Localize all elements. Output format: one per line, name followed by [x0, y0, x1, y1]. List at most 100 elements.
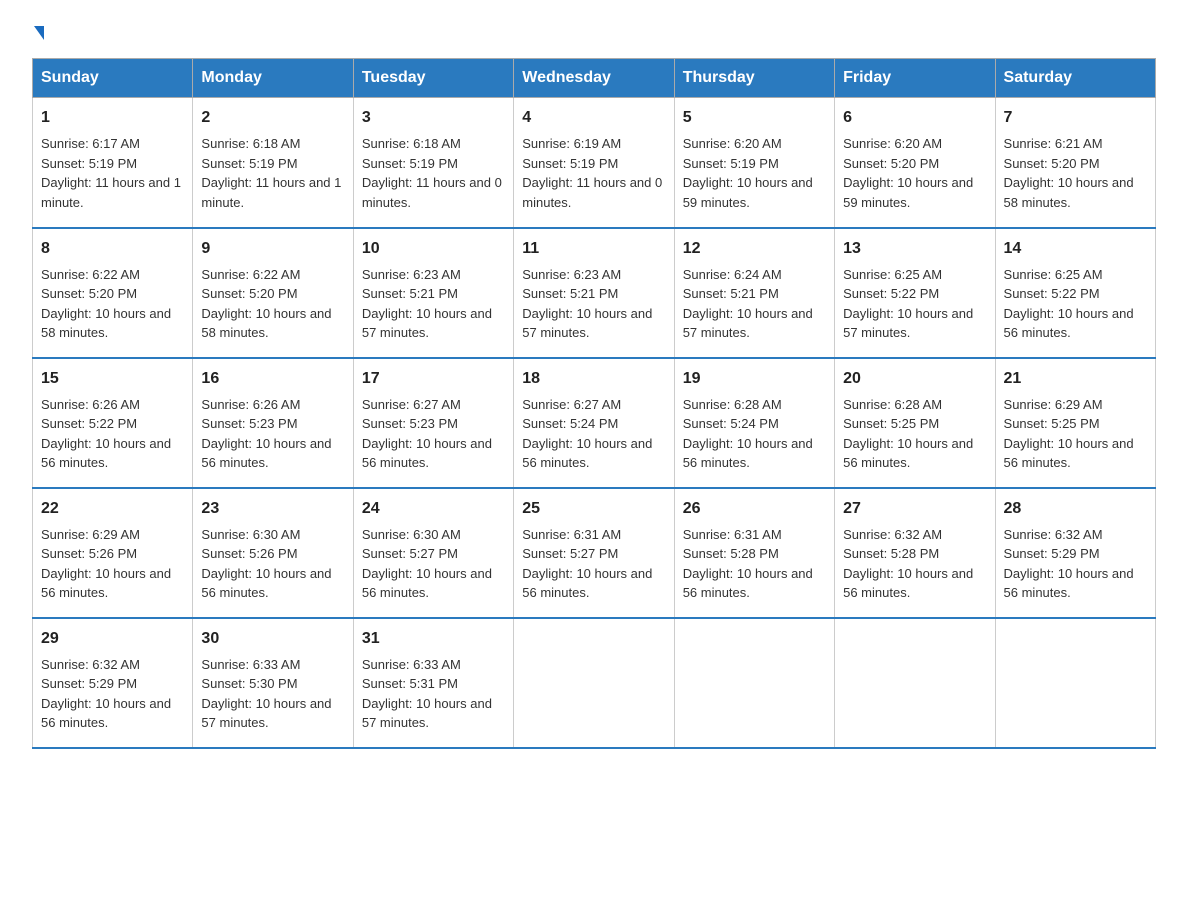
day-info: Sunrise: 6:22 AMSunset: 5:20 PMDaylight:… [41, 267, 171, 341]
day-number: 16 [201, 367, 344, 391]
day-number: 2 [201, 106, 344, 130]
calendar-day-cell: 30 Sunrise: 6:33 AMSunset: 5:30 PMDaylig… [193, 618, 353, 748]
day-info: Sunrise: 6:32 AMSunset: 5:28 PMDaylight:… [843, 527, 973, 601]
day-info: Sunrise: 6:18 AMSunset: 5:19 PMDaylight:… [201, 136, 341, 210]
day-number: 30 [201, 627, 344, 651]
calendar-week-row: 1 Sunrise: 6:17 AMSunset: 5:19 PMDayligh… [33, 98, 1156, 228]
calendar-day-cell: 9 Sunrise: 6:22 AMSunset: 5:20 PMDayligh… [193, 228, 353, 358]
calendar-week-row: 15 Sunrise: 6:26 AMSunset: 5:22 PMDaylig… [33, 358, 1156, 488]
day-info: Sunrise: 6:24 AMSunset: 5:21 PMDaylight:… [683, 267, 813, 341]
day-info: Sunrise: 6:20 AMSunset: 5:19 PMDaylight:… [683, 136, 813, 210]
day-info: Sunrise: 6:31 AMSunset: 5:28 PMDaylight:… [683, 527, 813, 601]
day-info: Sunrise: 6:23 AMSunset: 5:21 PMDaylight:… [362, 267, 492, 341]
calendar-week-row: 22 Sunrise: 6:29 AMSunset: 5:26 PMDaylig… [33, 488, 1156, 618]
calendar-day-cell: 29 Sunrise: 6:32 AMSunset: 5:29 PMDaylig… [33, 618, 193, 748]
day-of-week-header: Sunday [33, 59, 193, 98]
calendar-day-cell: 13 Sunrise: 6:25 AMSunset: 5:22 PMDaylig… [835, 228, 995, 358]
day-number: 17 [362, 367, 505, 391]
calendar-day-cell [514, 618, 674, 748]
day-info: Sunrise: 6:25 AMSunset: 5:22 PMDaylight:… [1004, 267, 1134, 341]
day-number: 8 [41, 237, 184, 261]
calendar-day-cell: 12 Sunrise: 6:24 AMSunset: 5:21 PMDaylig… [674, 228, 834, 358]
day-info: Sunrise: 6:21 AMSunset: 5:20 PMDaylight:… [1004, 136, 1134, 210]
day-info: Sunrise: 6:33 AMSunset: 5:31 PMDaylight:… [362, 657, 492, 731]
calendar-day-cell: 15 Sunrise: 6:26 AMSunset: 5:22 PMDaylig… [33, 358, 193, 488]
day-number: 21 [1004, 367, 1147, 391]
calendar-week-row: 29 Sunrise: 6:32 AMSunset: 5:29 PMDaylig… [33, 618, 1156, 748]
day-info: Sunrise: 6:28 AMSunset: 5:25 PMDaylight:… [843, 397, 973, 471]
day-number: 25 [522, 497, 665, 521]
calendar-day-cell: 20 Sunrise: 6:28 AMSunset: 5:25 PMDaylig… [835, 358, 995, 488]
calendar-day-cell: 26 Sunrise: 6:31 AMSunset: 5:28 PMDaylig… [674, 488, 834, 618]
day-number: 7 [1004, 106, 1147, 130]
calendar-day-cell: 3 Sunrise: 6:18 AMSunset: 5:19 PMDayligh… [353, 98, 513, 228]
day-number: 10 [362, 237, 505, 261]
day-info: Sunrise: 6:20 AMSunset: 5:20 PMDaylight:… [843, 136, 973, 210]
day-info: Sunrise: 6:25 AMSunset: 5:22 PMDaylight:… [843, 267, 973, 341]
calendar-day-cell: 8 Sunrise: 6:22 AMSunset: 5:20 PMDayligh… [33, 228, 193, 358]
day-info: Sunrise: 6:18 AMSunset: 5:19 PMDaylight:… [362, 136, 502, 210]
day-of-week-header: Wednesday [514, 59, 674, 98]
calendar-day-cell: 14 Sunrise: 6:25 AMSunset: 5:22 PMDaylig… [995, 228, 1155, 358]
day-info: Sunrise: 6:22 AMSunset: 5:20 PMDaylight:… [201, 267, 331, 341]
calendar-day-cell: 25 Sunrise: 6:31 AMSunset: 5:27 PMDaylig… [514, 488, 674, 618]
day-of-week-header: Friday [835, 59, 995, 98]
page-header [32, 24, 1156, 38]
day-number: 15 [41, 367, 184, 391]
day-info: Sunrise: 6:23 AMSunset: 5:21 PMDaylight:… [522, 267, 652, 341]
calendar-day-cell: 6 Sunrise: 6:20 AMSunset: 5:20 PMDayligh… [835, 98, 995, 228]
calendar-day-cell: 5 Sunrise: 6:20 AMSunset: 5:19 PMDayligh… [674, 98, 834, 228]
calendar-day-cell: 10 Sunrise: 6:23 AMSunset: 5:21 PMDaylig… [353, 228, 513, 358]
day-info: Sunrise: 6:33 AMSunset: 5:30 PMDaylight:… [201, 657, 331, 731]
day-info: Sunrise: 6:19 AMSunset: 5:19 PMDaylight:… [522, 136, 662, 210]
day-number: 6 [843, 106, 986, 130]
day-number: 3 [362, 106, 505, 130]
day-number: 1 [41, 106, 184, 130]
day-info: Sunrise: 6:32 AMSunset: 5:29 PMDaylight:… [41, 657, 171, 731]
calendar-day-cell: 18 Sunrise: 6:27 AMSunset: 5:24 PMDaylig… [514, 358, 674, 488]
day-number: 13 [843, 237, 986, 261]
calendar-day-cell: 4 Sunrise: 6:19 AMSunset: 5:19 PMDayligh… [514, 98, 674, 228]
logo-arrow-icon [34, 26, 44, 40]
calendar-day-cell [995, 618, 1155, 748]
day-number: 20 [843, 367, 986, 391]
calendar-day-cell: 19 Sunrise: 6:28 AMSunset: 5:24 PMDaylig… [674, 358, 834, 488]
calendar-day-cell: 11 Sunrise: 6:23 AMSunset: 5:21 PMDaylig… [514, 228, 674, 358]
calendar-week-row: 8 Sunrise: 6:22 AMSunset: 5:20 PMDayligh… [33, 228, 1156, 358]
calendar-day-cell [835, 618, 995, 748]
day-of-week-header: Thursday [674, 59, 834, 98]
calendar-day-cell: 2 Sunrise: 6:18 AMSunset: 5:19 PMDayligh… [193, 98, 353, 228]
day-number: 4 [522, 106, 665, 130]
calendar-header-row: SundayMondayTuesdayWednesdayThursdayFrid… [33, 59, 1156, 98]
calendar-day-cell: 28 Sunrise: 6:32 AMSunset: 5:29 PMDaylig… [995, 488, 1155, 618]
day-number: 31 [362, 627, 505, 651]
day-number: 5 [683, 106, 826, 130]
day-of-week-header: Monday [193, 59, 353, 98]
day-number: 23 [201, 497, 344, 521]
day-info: Sunrise: 6:32 AMSunset: 5:29 PMDaylight:… [1004, 527, 1134, 601]
calendar-day-cell: 21 Sunrise: 6:29 AMSunset: 5:25 PMDaylig… [995, 358, 1155, 488]
day-info: Sunrise: 6:27 AMSunset: 5:23 PMDaylight:… [362, 397, 492, 471]
calendar-day-cell [674, 618, 834, 748]
day-number: 9 [201, 237, 344, 261]
calendar-day-cell: 17 Sunrise: 6:27 AMSunset: 5:23 PMDaylig… [353, 358, 513, 488]
day-number: 14 [1004, 237, 1147, 261]
calendar-day-cell: 16 Sunrise: 6:26 AMSunset: 5:23 PMDaylig… [193, 358, 353, 488]
calendar-table: SundayMondayTuesdayWednesdayThursdayFrid… [32, 58, 1156, 749]
day-number: 11 [522, 237, 665, 261]
day-number: 29 [41, 627, 184, 651]
day-number: 22 [41, 497, 184, 521]
day-number: 27 [843, 497, 986, 521]
day-info: Sunrise: 6:29 AMSunset: 5:25 PMDaylight:… [1004, 397, 1134, 471]
day-number: 24 [362, 497, 505, 521]
calendar-day-cell: 22 Sunrise: 6:29 AMSunset: 5:26 PMDaylig… [33, 488, 193, 618]
day-info: Sunrise: 6:27 AMSunset: 5:24 PMDaylight:… [522, 397, 652, 471]
day-info: Sunrise: 6:28 AMSunset: 5:24 PMDaylight:… [683, 397, 813, 471]
day-number: 12 [683, 237, 826, 261]
day-info: Sunrise: 6:26 AMSunset: 5:22 PMDaylight:… [41, 397, 171, 471]
calendar-day-cell: 24 Sunrise: 6:30 AMSunset: 5:27 PMDaylig… [353, 488, 513, 618]
day-info: Sunrise: 6:31 AMSunset: 5:27 PMDaylight:… [522, 527, 652, 601]
day-info: Sunrise: 6:26 AMSunset: 5:23 PMDaylight:… [201, 397, 331, 471]
logo [32, 24, 46, 38]
day-info: Sunrise: 6:30 AMSunset: 5:26 PMDaylight:… [201, 527, 331, 601]
